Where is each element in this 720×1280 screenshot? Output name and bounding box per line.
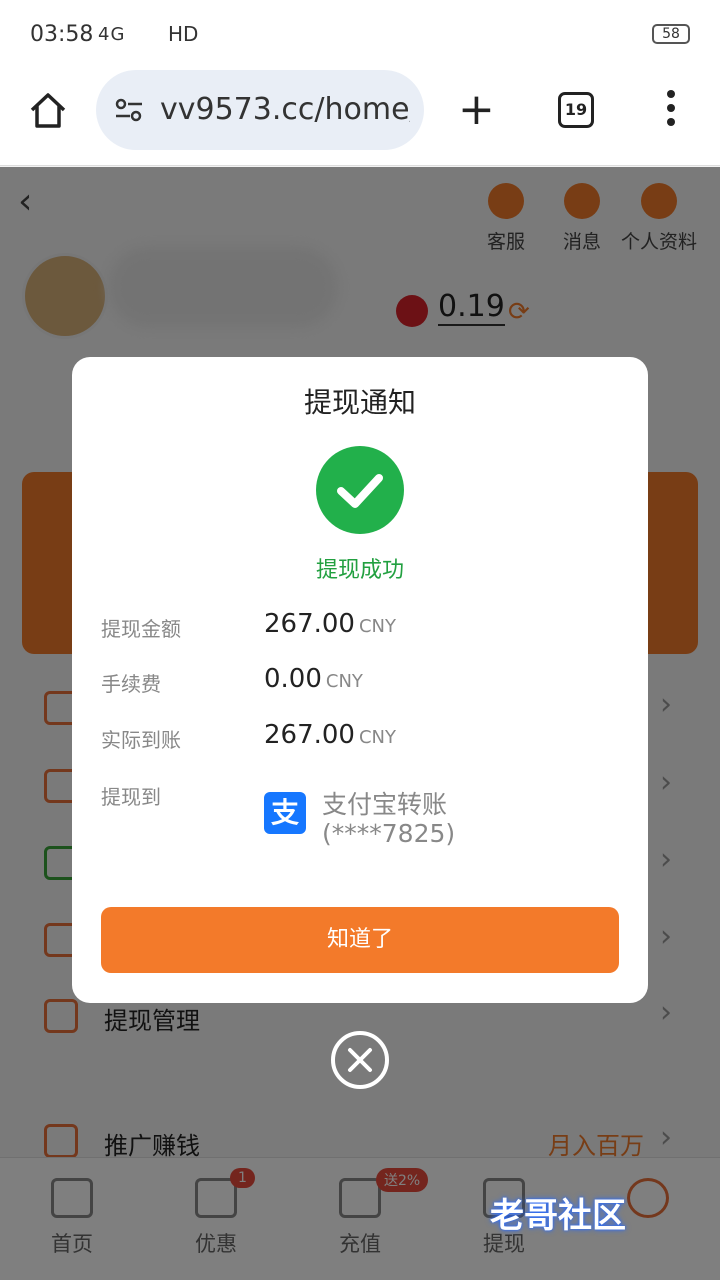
tune-icon[interactable]	[114, 98, 144, 122]
success-badge	[316, 446, 404, 534]
currency-label: CNY	[325, 671, 363, 692]
row-value: 267.00 CNY	[264, 720, 396, 750]
amount-value: 0.00	[264, 664, 322, 694]
close-button[interactable]	[331, 1031, 389, 1089]
row-label: 提现到	[101, 785, 161, 809]
browser-toolbar: vv9573.cc/home/ + 19	[0, 70, 720, 166]
watermark: 老哥社区	[490, 1196, 626, 1236]
destination-name: 支付宝转账	[322, 790, 448, 819]
status-text: 提现成功	[315, 558, 404, 583]
dialog-title: 提现通知	[303, 386, 416, 419]
fee-row: 手续费 0.00 CNY	[101, 664, 621, 704]
currency-label: CNY	[358, 727, 397, 748]
row-value: 0.00 CNY	[264, 664, 363, 694]
address-bar[interactable]: vv9573.cc/home/	[96, 70, 424, 150]
url-text[interactable]: vv9573.cc/home/	[160, 92, 410, 127]
row-label: 实际到账	[101, 728, 181, 752]
status-time: 03:58	[30, 22, 94, 47]
alipay-icon: 支	[264, 792, 306, 834]
row-label: 提现金额	[101, 617, 181, 641]
row-value: 267.00 CNY	[264, 609, 396, 639]
more-icon[interactable]	[664, 88, 678, 128]
home-icon[interactable]	[28, 90, 68, 130]
withdraw-amount-row: 提现金额 267.00 CNY	[101, 609, 621, 649]
amount-value: 267.00	[264, 609, 355, 639]
check-icon	[337, 474, 383, 508]
amount-value: 267.00	[264, 720, 355, 750]
network-indicator: 4G	[98, 24, 126, 45]
close-icon	[348, 1048, 372, 1072]
acknowledge-button[interactable]: 知道了	[101, 907, 619, 973]
destination-account: (****7825)	[322, 819, 456, 848]
plus-icon[interactable]: +	[458, 88, 495, 132]
currency-label: CNY	[358, 616, 397, 637]
status-bar: 03:58 4G HD 58	[0, 0, 720, 70]
withdraw-notification-dialog: 提现通知 提现成功 提现金额 267.00 CNY 手续费 0.00 CNY 实际到…	[72, 357, 648, 1003]
hd-indicator: HD	[168, 22, 199, 46]
tabs-icon[interactable]: 19	[558, 92, 594, 128]
received-amount-row: 实际到账 267.00 CNY	[101, 720, 621, 760]
battery-icon: 58	[652, 24, 690, 44]
row-label: 手续费	[101, 672, 161, 696]
